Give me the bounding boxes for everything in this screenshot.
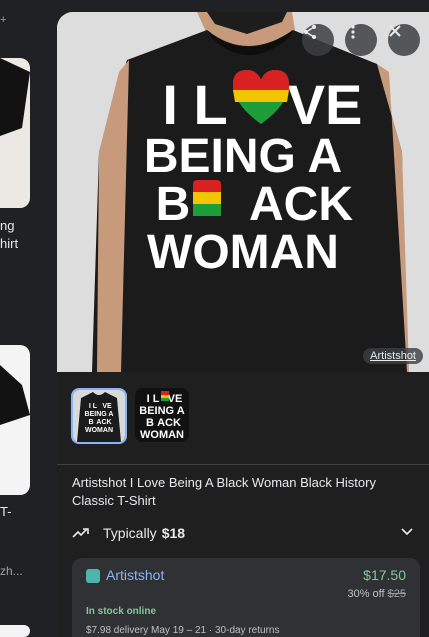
svg-text:ACK: ACK — [157, 417, 181, 429]
svg-text:ACK: ACK — [96, 419, 111, 426]
image-source-link[interactable]: Artistshot — [363, 348, 423, 364]
svg-text:WOMAN: WOMAN — [85, 427, 113, 434]
divider — [57, 464, 429, 465]
result-card-image[interactable] — [0, 625, 30, 637]
chevron-down-icon[interactable] — [400, 524, 414, 538]
svg-text:BEING A: BEING A — [85, 411, 114, 418]
store-offer-card[interactable]: Artistshot $17.50 30% off $25 In stock o… — [72, 558, 420, 637]
result-card-image[interactable] — [0, 58, 30, 208]
offer-price: $17.50 — [363, 567, 406, 583]
share-button[interactable] — [302, 24, 334, 56]
close-button[interactable] — [388, 24, 420, 56]
left-results-column: + ng hirt T- zh... — [0, 0, 57, 637]
svg-text:B: B — [88, 419, 93, 426]
trending-icon — [72, 528, 89, 538]
more-vert-icon — [351, 25, 355, 39]
store-icon — [86, 569, 100, 583]
result-card-image[interactable] — [0, 345, 30, 495]
share-icon — [304, 25, 316, 39]
thumbnail-shirt-model[interactable]: I L VE BEING A B ACK WOMAN — [71, 388, 127, 444]
typical-price: $18 — [161, 525, 186, 541]
shirt-text-line: B — [156, 178, 191, 231]
shirt-text-line: BEING A — [144, 130, 342, 183]
shirt-text-line: WOMAN — [147, 226, 339, 279]
discount-text: 30% off $25 — [347, 588, 406, 600]
product-detail-panel: I L VE BEING A B ACK WOMAN Artistshot I … — [57, 12, 429, 637]
svg-text:WOMAN: WOMAN — [140, 429, 184, 441]
shirt-text-line: VE — [288, 73, 363, 136]
result-card-title[interactable]: T- — [0, 503, 12, 521]
plus-sign: + — [0, 14, 7, 26]
product-info-section: I L VE BEING A B ACK WOMAN I L VE BEING … — [57, 372, 429, 637]
svg-text:I L: I L — [147, 393, 160, 405]
thumbnail-graphic: I L VE BEING A B ACK WOMAN — [135, 388, 189, 442]
store-name[interactable]: Artistshot — [106, 567, 164, 583]
svg-text:I L: I L — [89, 403, 98, 410]
typically-label: Typically — [103, 525, 157, 541]
svg-text:VE: VE — [102, 403, 112, 410]
close-icon — [389, 25, 401, 37]
svg-text:BEING A: BEING A — [139, 405, 184, 417]
thumbnail-graphic: I L VE BEING A B ACK WOMAN — [73, 390, 125, 442]
result-card-title[interactable]: hirt — [0, 235, 18, 253]
svg-text:VE: VE — [168, 393, 183, 405]
result-card-source[interactable]: zh... — [0, 562, 23, 580]
shirt-text-line: ACK — [249, 178, 353, 231]
product-hero-image[interactable]: I L VE BEING A B ACK WOMAN Artistshot — [57, 12, 429, 372]
shirt-text-line: I L — [162, 73, 227, 136]
svg-text:B: B — [146, 417, 154, 429]
original-price: $25 — [387, 588, 406, 600]
product-title: Artistshot I Love Being A Black Woman Bl… — [72, 475, 376, 508]
hero-shirt-graphic: I L VE BEING A B ACK WOMAN — [57, 12, 429, 372]
thumbnail-design-closeup[interactable]: I L VE BEING A B ACK WOMAN — [135, 388, 189, 442]
typical-price-row[interactable]: Typically $18 — [72, 522, 417, 544]
more-options-button[interactable] — [345, 24, 377, 56]
result-card-title[interactable]: ng — [0, 217, 14, 235]
raised-fist-icon — [193, 180, 221, 216]
stock-status: In stock online — [86, 606, 157, 617]
delivery-info: $7.98 delivery May 19 – 21 · 30-day retu… — [86, 625, 280, 636]
